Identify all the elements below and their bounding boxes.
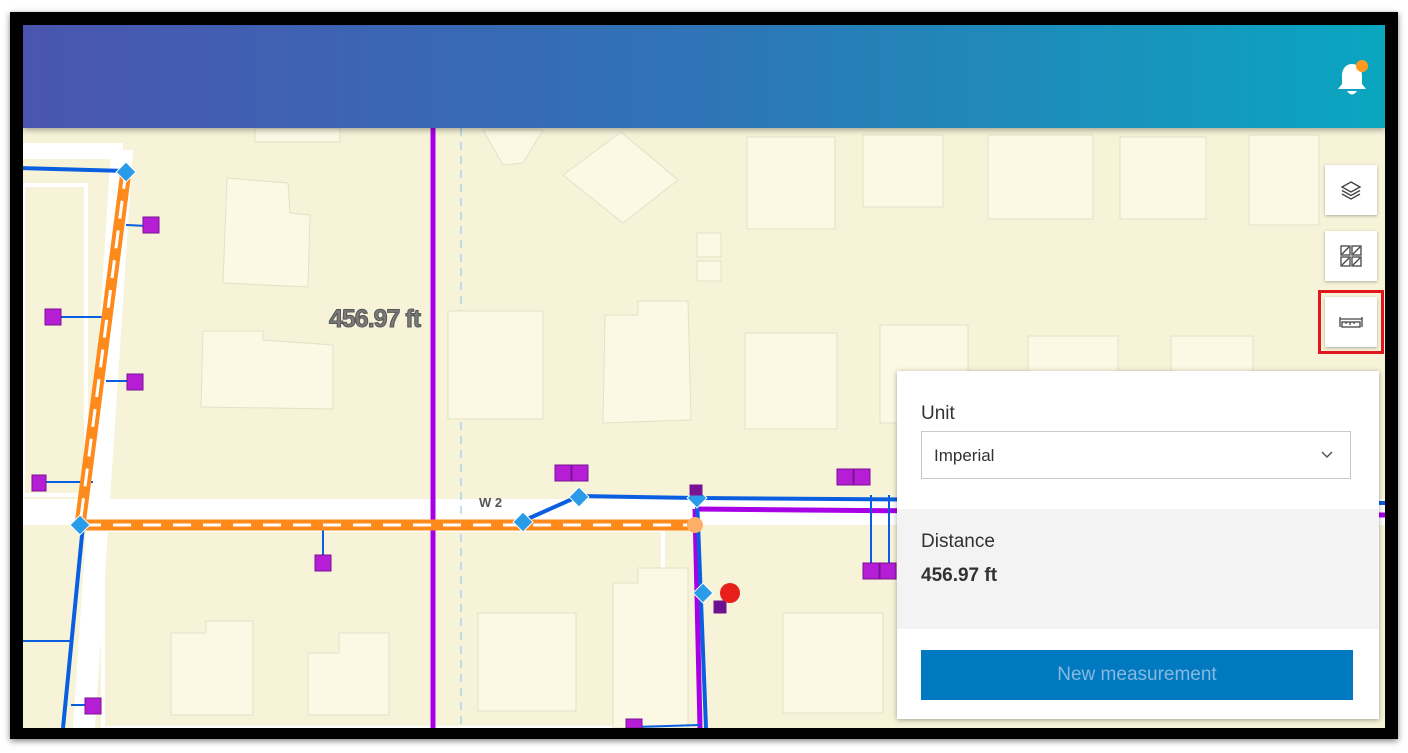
building	[447, 310, 544, 420]
road-north	[23, 143, 123, 159]
unit-select-value: Imperial	[934, 446, 995, 465]
measurement-line	[73, 170, 695, 531]
meter-symbol[interactable]	[879, 562, 897, 580]
building	[744, 332, 838, 430]
building	[1027, 335, 1119, 377]
measurement-panel: Unit Imperial Distance 456.97 ft New mea…	[897, 371, 1379, 719]
building	[482, 129, 544, 166]
meter-symbol[interactable]	[84, 697, 102, 715]
unit-label: Unit	[921, 403, 955, 424]
measurement-line-dashes	[78, 170, 695, 527]
meter-symbol[interactable]	[31, 474, 47, 492]
measurement-map-label: 456.97 ft	[328, 305, 421, 334]
chevron-down-icon	[1321, 451, 1333, 459]
meter-symbol[interactable]	[853, 468, 871, 486]
meter-symbol[interactable]	[625, 718, 643, 728]
building	[170, 620, 254, 716]
layers-button[interactable]	[1325, 165, 1377, 215]
building	[1248, 134, 1320, 226]
street-name-label: W 2	[479, 495, 503, 510]
meter-symbol[interactable]	[862, 562, 880, 580]
meter-symbol[interactable]	[689, 484, 703, 496]
building	[200, 330, 334, 410]
distance-value: 456.97 ft	[921, 565, 998, 586]
basemap-gallery-button[interactable]	[1325, 231, 1377, 281]
building	[612, 567, 689, 728]
header-bar	[23, 25, 1385, 128]
bell-icon	[1338, 60, 1368, 95]
building	[477, 612, 577, 712]
meter-symbol[interactable]	[126, 373, 144, 391]
meter-symbol[interactable]	[44, 308, 62, 326]
building	[1119, 136, 1207, 220]
unit-select[interactable]: Imperial	[921, 431, 1351, 479]
measure-button[interactable]	[1318, 290, 1384, 354]
distance-label: Distance	[921, 531, 995, 552]
meter-symbol[interactable]	[571, 464, 589, 482]
basemap-gallery-icon	[1340, 245, 1362, 267]
ruler-icon	[1339, 317, 1363, 328]
parcel-outline	[23, 183, 88, 497]
distance-result: Distance 456.97 ft	[897, 509, 1379, 629]
notifications-button[interactable]	[1335, 58, 1369, 98]
building	[562, 131, 679, 224]
building	[862, 134, 944, 208]
building	[222, 177, 311, 288]
hydrant-symbol[interactable]	[720, 583, 740, 603]
meter-symbol[interactable]	[554, 464, 572, 482]
map-viewport[interactable]: 456.97 ft W 2 Unit Imperial Distance 456…	[23, 25, 1385, 728]
meter-symbol[interactable]	[836, 468, 854, 486]
new-measurement-button[interactable]: New measurement	[921, 650, 1353, 700]
measurement-vertex[interactable]	[687, 517, 703, 533]
building	[307, 632, 390, 716]
meter-symbol[interactable]	[314, 554, 332, 572]
building	[602, 300, 692, 424]
building	[987, 134, 1094, 220]
layers-icon	[1340, 181, 1362, 200]
building	[1170, 335, 1254, 377]
building	[696, 232, 722, 258]
building	[782, 612, 884, 714]
building	[254, 127, 341, 143]
meter-symbol[interactable]	[142, 216, 160, 234]
building	[696, 260, 722, 282]
building	[746, 136, 836, 230]
meter-symbol[interactable]	[713, 600, 727, 614]
notification-dot	[1356, 60, 1368, 72]
app-frame: 456.97 ft W 2 Unit Imperial Distance 456…	[10, 12, 1398, 739]
